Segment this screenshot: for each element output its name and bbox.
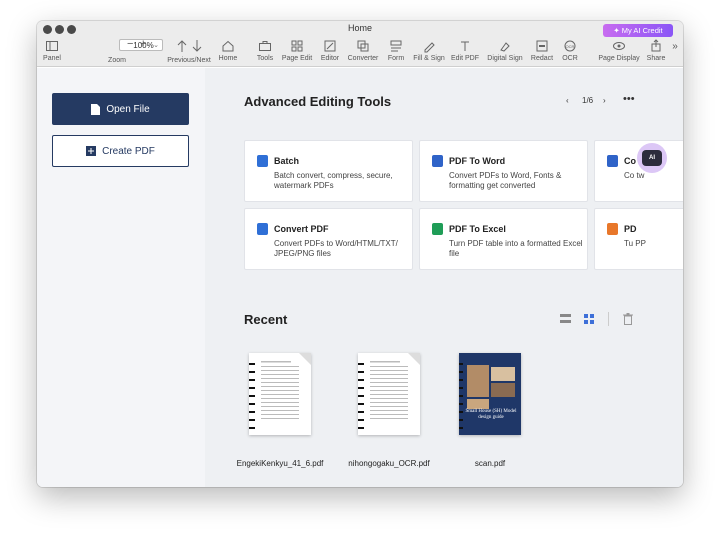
panel-icon: [46, 41, 58, 51]
excel-icon: [432, 223, 443, 235]
grid-view-icon[interactable]: [584, 314, 595, 324]
file-icon: [91, 103, 101, 115]
arrow-up-icon[interactable]: [177, 40, 187, 52]
form-icon: [390, 40, 402, 52]
tool-card-partial-2[interactable]: PD Tu PP: [594, 208, 683, 270]
arrow-down-icon[interactable]: [192, 40, 202, 52]
zoom-out-button[interactable]: −: [127, 38, 133, 50]
divider: [608, 312, 609, 326]
list-view-icon[interactable]: [560, 314, 571, 324]
edit-pdf-button[interactable]: Edit PDF: [449, 37, 481, 67]
window-title: Home: [347, 23, 372, 33]
advanced-tools-title: Advanced Editing Tools: [244, 94, 392, 109]
converter-button[interactable]: Converter: [343, 37, 383, 67]
page-indicator: 1/6: [582, 96, 594, 105]
chevron-down-icon: ⌄: [153, 42, 159, 49]
recent-file-3[interactable]: Small House (SH) Model design guide scan…: [440, 353, 540, 469]
zoom-in-button[interactable]: +: [140, 38, 146, 50]
tool-card-batch[interactable]: Batch Batch convert, compress, secure, w…: [244, 140, 413, 202]
previous-page-button[interactable]: ‹: [566, 96, 569, 105]
ai-credit-button[interactable]: ✦ My AI Credit: [603, 24, 673, 37]
title-bar: Home ✦ My AI Credit: [37, 21, 683, 37]
open-file-button[interactable]: Open File: [52, 93, 189, 125]
editor-button[interactable]: Editor: [317, 37, 343, 67]
pen-icon: [424, 42, 435, 53]
sidebar: Open File Create PDF: [37, 68, 205, 487]
ai-icon: AI: [642, 150, 662, 166]
next-page-button[interactable]: ›: [603, 96, 606, 105]
text-icon: [461, 41, 469, 51]
app-window: Home ✦ My AI Credit Panel 100% ⌄ − + Zoo…: [37, 21, 683, 487]
ppt-icon: [607, 223, 618, 235]
ai-assistant-button[interactable]: AI: [637, 143, 667, 173]
tools-button[interactable]: Tools: [253, 37, 277, 67]
file-thumbnail: [249, 353, 311, 435]
tool-card-convert-pdf[interactable]: Convert PDF Convert PDFs to Word/HTML/TX…: [244, 208, 413, 270]
file-thumbnail: [358, 353, 420, 435]
zoom-control: 100% ⌄ − + Zoom: [77, 37, 163, 67]
share-button[interactable]: Share: [645, 37, 667, 67]
cover-image-icon: [459, 353, 521, 435]
more-tools-button[interactable]: »: [669, 37, 681, 67]
redact-button[interactable]: Redact: [529, 37, 555, 67]
panel-button[interactable]: Panel: [39, 37, 65, 67]
document-page-icon: [358, 353, 420, 435]
fill-sign-button[interactable]: Fill & Sign: [410, 37, 448, 67]
signature-icon: [500, 42, 510, 52]
sparkle-icon: ✦: [613, 26, 620, 35]
grid-icon: [291, 40, 303, 52]
create-pdf-button[interactable]: Create PDF: [52, 135, 189, 167]
page-display-button[interactable]: Page Display: [595, 37, 643, 67]
digital-sign-button[interactable]: Digital Sign: [483, 37, 527, 67]
convert-icon: [357, 40, 369, 52]
previous-next-control: Previous/Next: [165, 37, 213, 67]
recent-file-2[interactable]: nihongogaku_OCR.pdf: [339, 353, 439, 469]
toolbar: Panel 100% ⌄ − + Zoom Previous/Next Home…: [37, 37, 683, 67]
eye-icon: [613, 42, 625, 50]
svg-text:OCR: OCR: [566, 44, 575, 49]
convert-icon: [257, 223, 268, 235]
chevron-double-right-icon: »: [672, 41, 678, 52]
main-content: Advanced Editing Tools ‹ 1/6 › ••• Batch…: [205, 68, 683, 487]
more-options-icon[interactable]: •••: [623, 93, 635, 105]
toolbox-icon: [259, 41, 271, 51]
ocr-button[interactable]: OCR OCR: [557, 37, 583, 67]
ocr-icon: OCR: [564, 40, 576, 52]
trash-icon[interactable]: [623, 313, 633, 325]
file-thumbnail: Small House (SH) Model design guide: [459, 353, 521, 435]
tool-card-pdf-to-excel[interactable]: PDF To Excel Turn PDF table into a forma…: [419, 208, 588, 270]
batch-icon: [257, 155, 268, 167]
recent-title: Recent: [244, 312, 288, 327]
cover-title: Small House (SH) Model design guide: [465, 409, 517, 420]
tool-card-pdf-to-word[interactable]: PDF To Word Convert PDFs to Word, Fonts …: [419, 140, 588, 202]
plus-square-icon: [86, 146, 97, 156]
editor-icon: [324, 40, 336, 52]
document-page-icon: [249, 353, 311, 435]
word-icon: [607, 155, 618, 167]
redact-icon: [536, 40, 548, 52]
recent-file-1[interactable]: EngekiKenkyu_41_6.pdf: [230, 353, 330, 469]
form-button[interactable]: Form: [384, 37, 408, 67]
share-icon: [651, 39, 661, 52]
page-edit-button[interactable]: Page Edit: [279, 37, 315, 67]
home-icon: [222, 40, 234, 52]
home-button[interactable]: Home: [215, 37, 241, 67]
word-icon: [432, 155, 443, 167]
